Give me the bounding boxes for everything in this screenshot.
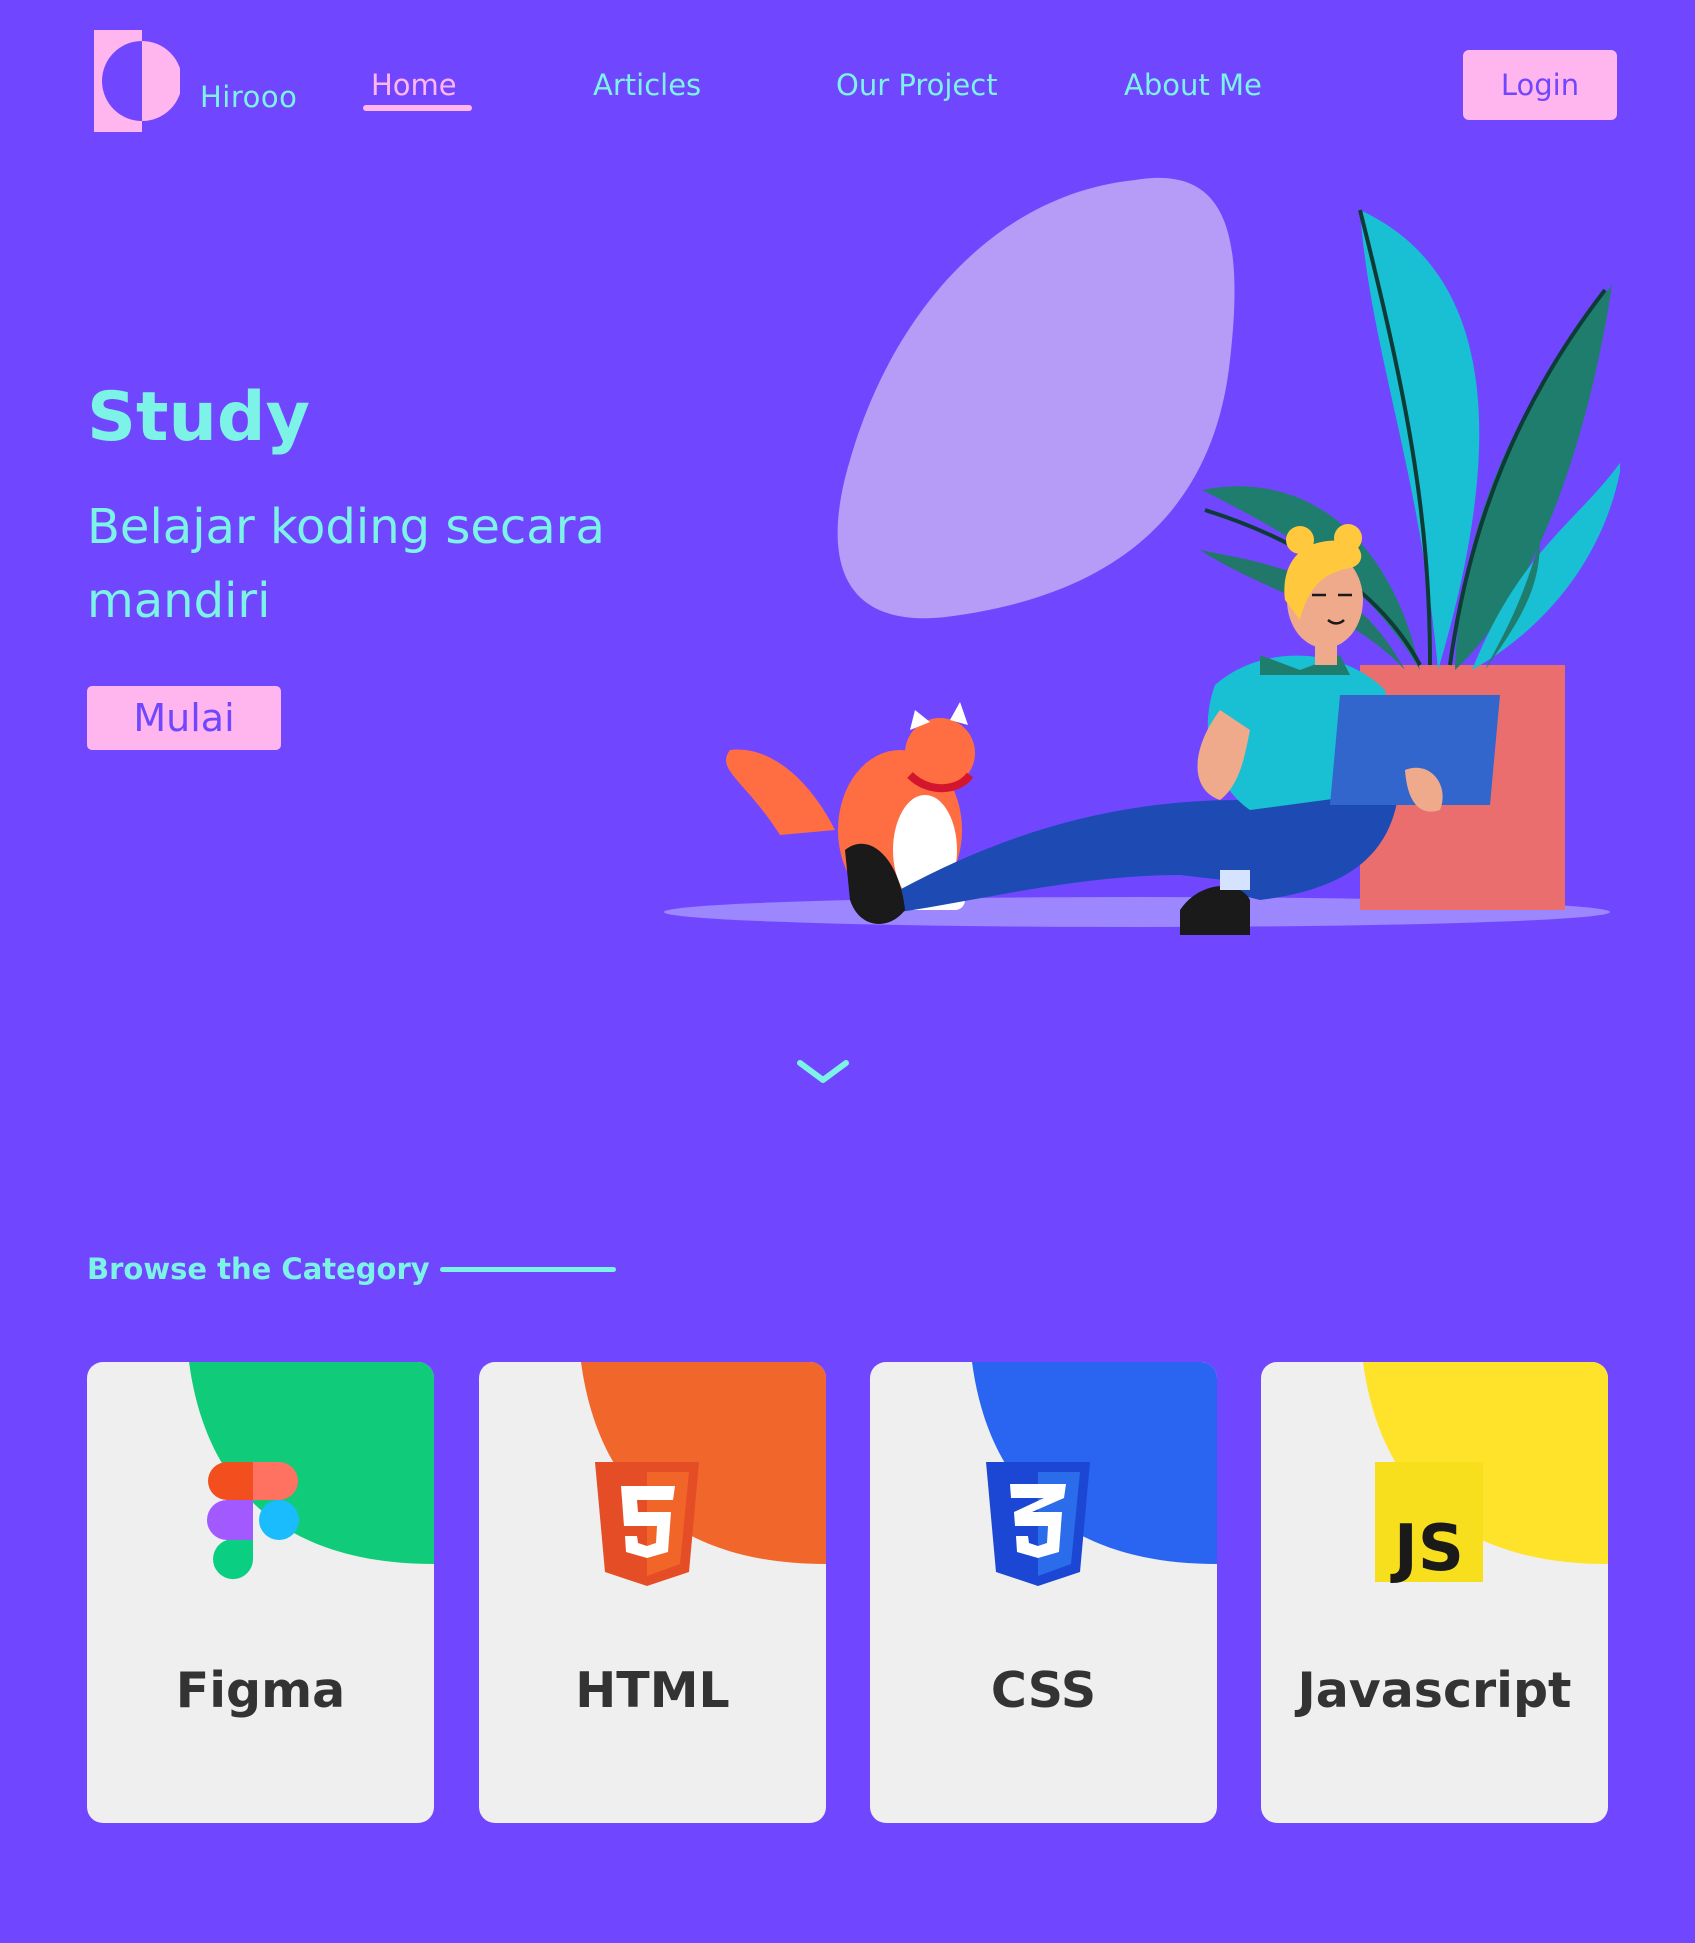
logo-icon <box>94 30 182 132</box>
start-button[interactable]: Mulai <box>87 686 281 750</box>
hero-illustration <box>660 170 1622 974</box>
category-label: HTML <box>575 1662 730 1719</box>
nav-articles[interactable]: Articles <box>593 68 701 102</box>
nav-about-me[interactable]: About Me <box>1124 68 1262 102</box>
js-icon-text: JS <box>1390 1512 1464 1584</box>
category-card-javascript[interactable]: JS Javascript <box>1261 1362 1608 1823</box>
site-logo[interactable] <box>94 30 182 136</box>
nav-our-project[interactable]: Our Project <box>836 68 998 102</box>
css3-icon <box>986 1462 1090 1586</box>
section-title: Browse the Category <box>87 1252 430 1286</box>
nav-home[interactable]: Home <box>371 68 457 102</box>
category-card-figma[interactable]: Figma <box>87 1362 434 1823</box>
hero-title: Study <box>87 378 310 457</box>
section-divider <box>440 1267 616 1272</box>
html5-icon <box>595 1462 699 1586</box>
nav-active-underline <box>363 105 472 111</box>
category-card-html[interactable]: HTML <box>479 1362 826 1823</box>
category-label: Javascript <box>1297 1662 1572 1719</box>
category-label: CSS <box>990 1662 1097 1719</box>
category-label: Figma <box>175 1662 346 1719</box>
login-button[interactable]: Login <box>1463 50 1617 120</box>
js-icon: JS <box>1375 1462 1483 1584</box>
figma-icon <box>207 1462 299 1580</box>
category-card-css[interactable]: CSS <box>870 1362 1217 1823</box>
brand-name: Hirooo <box>200 80 298 114</box>
chevron-down-icon[interactable] <box>796 1058 850 1090</box>
hero-subtitle: Belajar koding secara mandiri <box>87 499 605 629</box>
